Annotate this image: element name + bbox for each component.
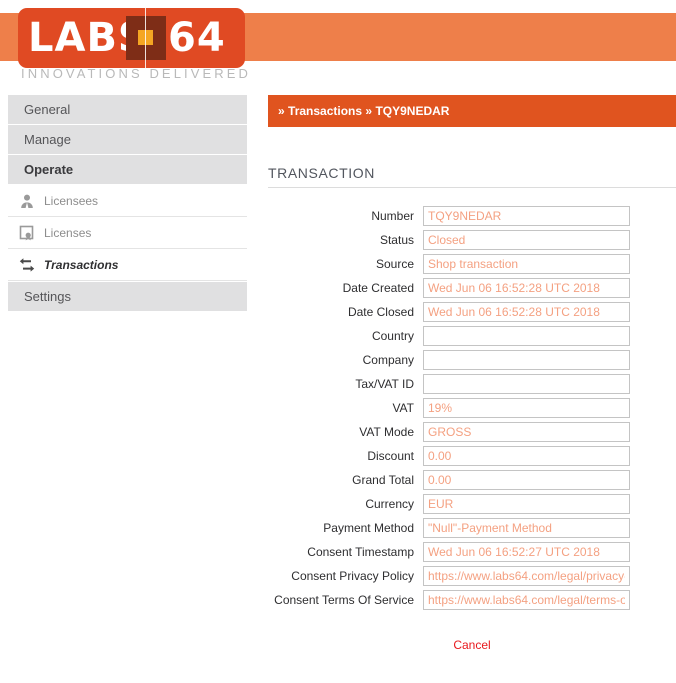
form-row-consent-terms-of-service: Consent Terms Of Service [268, 588, 676, 612]
country-field[interactable] [423, 326, 630, 346]
user-icon [18, 192, 36, 210]
breadcrumb: » Transactions » TQY9NEDAR [268, 95, 676, 127]
form-row-country: Country [268, 324, 676, 348]
logo-text-right: 64 [168, 15, 226, 61]
labs64-logo[interactable]: LABS 64 [18, 8, 245, 68]
payment-method-field[interactable] [423, 518, 630, 538]
form-row-currency: Currency [268, 492, 676, 516]
field-label: Tax/VAT ID [355, 377, 414, 391]
company-field[interactable] [423, 350, 630, 370]
discount-field[interactable] [423, 446, 630, 466]
breadcrumb-separator: » [278, 104, 285, 118]
form-row-tax-vat-id: Tax/VAT ID [268, 372, 676, 396]
field-label: Consent Timestamp [307, 545, 414, 559]
cancel-button[interactable]: Cancel [453, 638, 490, 652]
breadcrumb-separator: » [365, 104, 373, 118]
date-closed-field[interactable] [423, 302, 630, 322]
consent-privacy-policy-field[interactable] [423, 566, 630, 586]
field-label: Discount [367, 449, 414, 463]
consent-timestamp-field[interactable] [423, 542, 630, 562]
field-label: Date Created [342, 281, 414, 295]
form-row-number: Number [268, 204, 676, 228]
form-row-payment-method: Payment Method [268, 516, 676, 540]
form-row-status: Status [268, 228, 676, 252]
exchange-arrows-icon [18, 256, 36, 274]
field-label: Consent Privacy Policy [291, 569, 414, 583]
sidebar-navigation: General Manage Operate Licensees License… [8, 95, 247, 312]
field-label: VAT [392, 401, 414, 415]
page-title: TRANSACTION [268, 165, 676, 188]
sidebar-section-operate[interactable]: Operate [8, 155, 247, 185]
form-row-company: Company [268, 348, 676, 372]
form-row-grand-total: Grand Total [268, 468, 676, 492]
field-label: Grand Total [352, 473, 414, 487]
form-row-source: Source [268, 252, 676, 276]
form-row-date-created: Date Created [268, 276, 676, 300]
sidebar-section-general[interactable]: General [8, 95, 247, 125]
field-label: Source [375, 257, 414, 271]
main-content: » Transactions » TQY9NEDAR TRANSACTION N… [268, 95, 676, 652]
form-row-date-closed: Date Closed [268, 300, 676, 324]
form-row-consent-privacy-policy: Consent Privacy Policy [268, 564, 676, 588]
field-label: VAT Mode [359, 425, 414, 439]
sidebar-section-settings[interactable]: Settings [8, 282, 247, 312]
number-field[interactable] [423, 206, 630, 226]
form-row-discount: Discount [268, 444, 676, 468]
currency-field[interactable] [423, 494, 630, 514]
sidebar-item-label: Transactions [44, 257, 119, 272]
form-row-vat-mode: VAT Mode [268, 420, 676, 444]
form-actions: Cancel [268, 638, 676, 652]
date-created-field[interactable] [423, 278, 630, 298]
consent-terms-of-service-field[interactable] [423, 590, 630, 610]
vat-mode-field[interactable] [423, 422, 630, 442]
form-row-vat: VAT [268, 396, 676, 420]
field-label: Date Closed [347, 305, 414, 319]
field-label: Payment Method [323, 521, 414, 535]
form-row-consent-timestamp: Consent Timestamp [268, 540, 676, 564]
certificate-icon [18, 224, 36, 242]
field-label: Consent Terms Of Service [274, 593, 414, 607]
field-label: Country [371, 329, 414, 343]
sidebar-item-licensees[interactable]: Licensees [8, 185, 247, 217]
field-label: Currency [365, 497, 414, 511]
sidebar-section-manage[interactable]: Manage [8, 125, 247, 155]
field-label: Number [371, 209, 414, 223]
logo-crosshair-icon [145, 8, 146, 68]
vat-field[interactable] [423, 398, 630, 418]
breadcrumb-link-transactions[interactable]: Transactions [288, 104, 362, 118]
sidebar-item-label: Licenses [44, 225, 92, 240]
tax-vat-id-field[interactable] [423, 374, 630, 394]
breadcrumb-current-transaction: TQY9NEDAR [375, 104, 450, 118]
page-header: LABS 64 INNOVATIONS DELIVERED [0, 0, 676, 95]
sidebar-item-licenses[interactable]: Licenses [8, 217, 247, 249]
brand-tagline: INNOVATIONS DELIVERED [21, 66, 252, 81]
sidebar-item-label: Licensees [44, 193, 99, 208]
transaction-form: Number Status Source Date Created Date C… [268, 204, 676, 612]
source-field[interactable] [423, 254, 630, 274]
field-label: Status [379, 233, 414, 247]
grand-total-field[interactable] [423, 470, 630, 490]
field-label: Company [362, 353, 414, 367]
status-field[interactable] [423, 230, 630, 250]
sidebar-item-transactions[interactable]: Transactions [8, 249, 247, 281]
